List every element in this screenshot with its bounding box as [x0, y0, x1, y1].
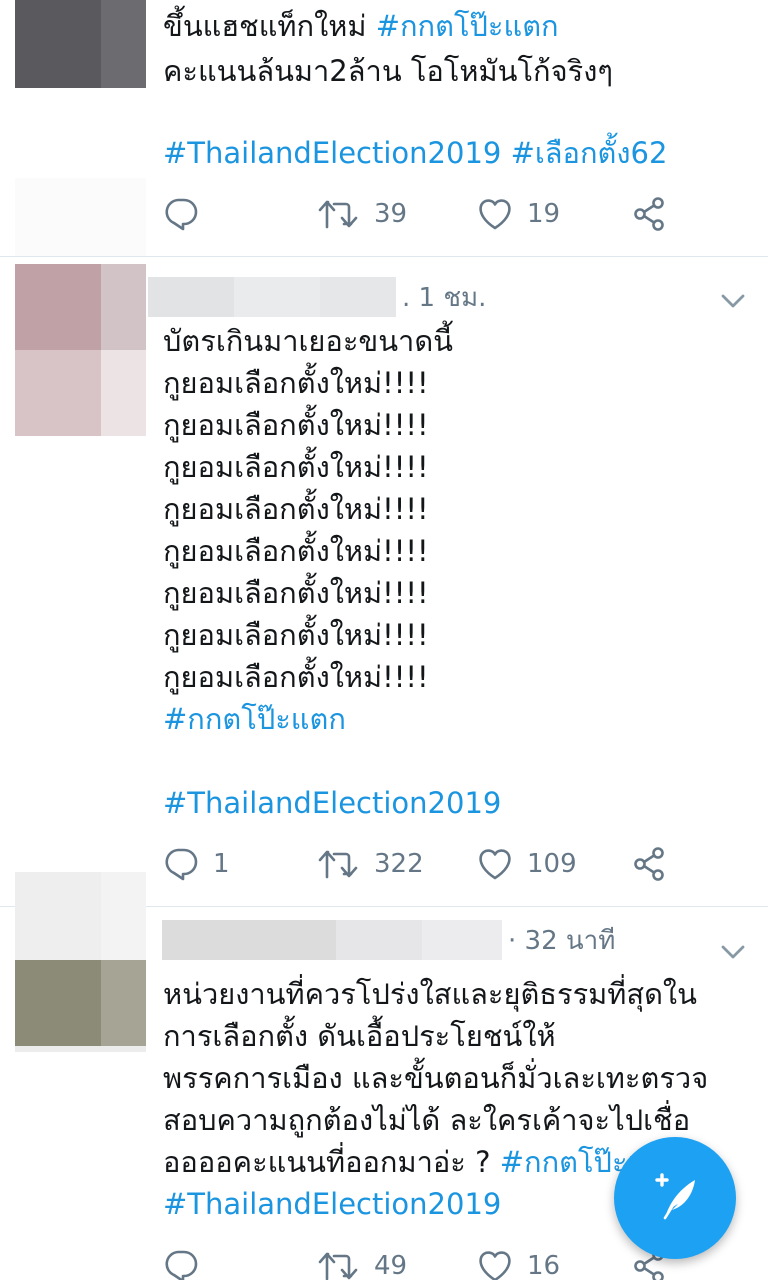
retweet-button[interactable]: 39	[318, 192, 407, 236]
chevron-down-icon[interactable]	[720, 942, 746, 962]
tweet-text-line: สอบความถูกต้องไม่ได้ ละใครเค้าจะไปเชื่อ	[163, 1103, 691, 1137]
like-button[interactable]: 16	[477, 1244, 560, 1280]
share-button[interactable]	[633, 192, 667, 236]
tweet-text-line: กูยอมเลือกตั้งใหม่!!!!	[163, 534, 429, 568]
tweet-header: · 32 นาที	[162, 920, 615, 960]
tweet-text-line: กูยอมเลือกตั้งใหม่!!!!	[163, 618, 429, 652]
avatar-shadow	[15, 178, 146, 256]
tweet-text-line: หน่วยงานที่ควรโปร่งใสและยุติธรรมที่สุดใน	[163, 977, 697, 1011]
tweet-text-line: กูยอมเลือกตั้งใหม่!!!!	[163, 492, 429, 526]
tweet-text-line: ออออคะแนนที่ออกมาอ่ะ ? #กกตโป๊ะแตก	[163, 1145, 683, 1179]
heart-icon	[479, 1251, 511, 1280]
retweet-button[interactable]: 49	[318, 1244, 407, 1280]
hashtag-link[interactable]: #กกตโป๊ะแตก	[376, 9, 559, 43]
tweet-1[interactable]: ขึ้นแฮชแท็กใหม่ #กกตโป๊ะแตก คะแนนล้นมา2ล…	[0, 0, 768, 256]
retweet-count: 49	[374, 1251, 408, 1280]
tweet-text-line: คะแนนล้นมา2ล้าน โอโหมันโก้จริงๆ	[163, 54, 613, 88]
tweet-text-line: บัตรเกินมาเยอะขนาดนี้	[163, 324, 453, 358]
tweet-timestamp[interactable]: . 1 ชม.	[402, 277, 486, 318]
reply-icon	[165, 198, 198, 231]
like-count: 16	[527, 1251, 561, 1280]
avatar[interactable]	[15, 0, 146, 88]
chevron-down-icon[interactable]	[720, 291, 746, 311]
retweet-icon	[318, 200, 358, 229]
hashtag-link[interactable]: #ThailandElection2019 #เลือกตั้ง62	[163, 136, 667, 170]
compose-tweet-icon	[655, 1173, 695, 1220]
tweet-text-line: การเลือกตั้ง ดันเอื้อประโยชน์ให้	[163, 1019, 556, 1053]
tweet-text-line: #ThailandElection2019 #เลือกตั้ง62	[163, 132, 667, 174]
retweet-icon	[318, 1252, 358, 1280]
hashtag-link[interactable]: #กกตโป๊ะแตก	[163, 702, 346, 736]
like-count: 19	[527, 199, 561, 229]
reply-icon	[165, 1250, 198, 1280]
reply-button[interactable]	[163, 192, 213, 236]
tweet-header: . 1 ชม.	[148, 277, 486, 317]
author-name[interactable]	[162, 920, 502, 960]
tweet-text-line: กูยอมเลือกตั้งใหม่!!!!	[163, 450, 429, 484]
author-name[interactable]	[148, 277, 396, 317]
tweet-text-line: กูยอมเลือกตั้งใหม่!!!!	[163, 366, 429, 400]
tweet-actions: 49 16	[163, 1244, 723, 1280]
like-button[interactable]: 19	[477, 192, 560, 236]
avatar[interactable]	[15, 264, 146, 436]
tweet-text-line: ขึ้นแฮชแท็กใหม่ #กกตโป๊ะแตก	[163, 9, 559, 43]
tweet-2[interactable]: . 1 ชม. บัตรเกินมาเยอะขนาดนี้ กูยอมเลือก…	[0, 257, 768, 881]
tweet-text-line: #ThailandElection2019	[163, 1183, 501, 1225]
hashtag-link[interactable]: #ThailandElection2019	[163, 786, 501, 820]
tweet-text-line: #ThailandElection2019	[163, 782, 501, 824]
share-icon	[634, 197, 664, 231]
hashtag-link[interactable]: #ThailandElection2019	[163, 1187, 501, 1221]
retweet-count: 39	[374, 199, 408, 229]
tweet-timestamp[interactable]: · 32 นาที	[508, 920, 615, 961]
tweet-text-line: พรรคการเมือง และขั้นตอนก็มั่วเละเทะตรวจ	[163, 1061, 709, 1095]
heart-icon	[479, 199, 511, 230]
tweet-text-line: กูยอมเลือกตั้งใหม่!!!!	[163, 576, 429, 610]
tweet-text-line: #กกตโป๊ะแตก	[163, 698, 346, 740]
compose-tweet-button[interactable]	[614, 1137, 736, 1259]
tweet-actions: 39 19	[163, 192, 723, 236]
avatar[interactable]	[15, 872, 146, 1052]
tweet-text-line: กูยอมเลือกตั้งใหม่!!!!	[163, 660, 429, 694]
reply-button[interactable]	[163, 1244, 213, 1280]
tweet-text-line: กูยอมเลือกตั้งใหม่!!!!	[163, 408, 429, 442]
